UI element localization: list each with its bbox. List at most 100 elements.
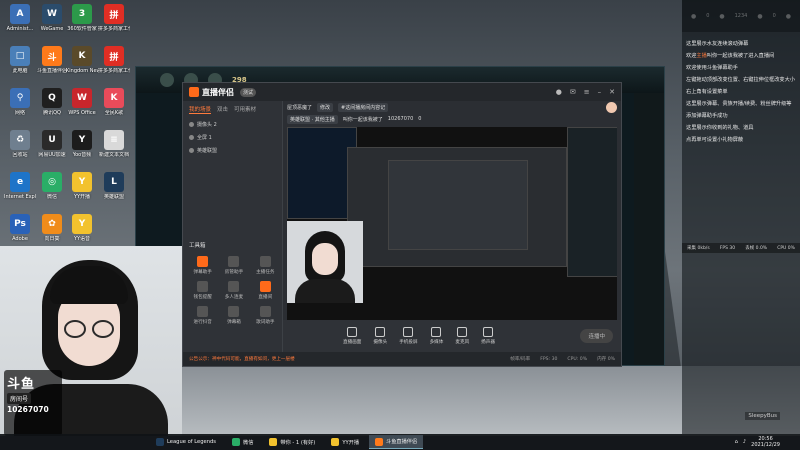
avatar-icon[interactable]: ● <box>556 88 562 96</box>
tool-lyrics[interactable]: 歌词助手 <box>250 306 281 325</box>
scene-item[interactable]: 全屏 1 <box>183 131 282 144</box>
chat-message: 欢迎使用斗鱼弹幕助手 <box>686 64 796 72</box>
chat-message: 这里展示你收到的礼物、道具 <box>686 124 796 132</box>
tool-box[interactable]: 弹幕箱 <box>218 306 249 325</box>
desktop-shortcut[interactable]: □ 此电脑 <box>4 46 36 74</box>
mail-icon[interactable]: ✉ <box>570 88 576 96</box>
taskbar-app[interactable]: YY开播 <box>325 435 365 449</box>
desktop-shortcut[interactable]: 3 360软件管家 <box>66 4 98 32</box>
room-info-row: 屋顶恶魔了 修改 #这间播房间内容记 <box>283 101 621 113</box>
phone-button[interactable]: 手机投屏 <box>399 327 418 345</box>
clock[interactable]: 20:56 2021/12/29 <box>751 436 780 448</box>
shortcut-label: 斗鱼直播伴侣 <box>36 68 67 74</box>
app-icon <box>331 438 340 446</box>
tab-scene-2[interactable]: 双击 <box>217 105 228 114</box>
status-bar: 公告公示：神中代码可能，直播有如问，更上一层楼 帧率/码率 FPS: 30 CP… <box>183 352 621 366</box>
room-notice[interactable]: #这间播房间内容记 <box>338 102 389 112</box>
desktop-shortcut[interactable]: ≡ 新建文本文档 <box>98 130 130 158</box>
tool-share[interactable]: 进行抖音 <box>187 306 218 325</box>
shortcut-label: 微信 <box>46 194 57 200</box>
desktop-shortcut[interactable]: ⚲ 网络 <box>4 88 36 116</box>
desktop-icon-area: AAdminist...WWeGame3360软件管家拼拼多多商家工作台 □此电脑… <box>0 0 130 245</box>
shortcut-label: 英雄联盟 <box>103 194 124 200</box>
speaker-button[interactable]: 扬声器 <box>481 327 495 345</box>
room-id: 10267070 <box>387 116 414 122</box>
taskbar-app[interactable]: League of Legends <box>150 435 222 449</box>
desktop-shortcut[interactable]: e Internet Explorer <box>4 172 36 200</box>
taskbar-app-label: 带你 - 1 (有好) <box>280 439 316 446</box>
start-stream-button[interactable]: 连播中 <box>580 329 613 343</box>
chat-message: 添加弹幕助手成功 <box>686 112 796 120</box>
desktop-shortcut[interactable]: ♻ 回收站 <box>4 130 36 158</box>
taskbar-app-label: 斗鱼直播伴侣 <box>386 439 418 445</box>
companion-window[interactable]: 直播伴侣 测试 ● ✉ ≡ – ✕ 我的场景 双击 可用素材 摄像头 2 全屏 … <box>182 82 622 367</box>
desktop-shortcut[interactable]: ◎ 微信 <box>36 172 68 200</box>
stream-preview[interactable] <box>287 127 617 335</box>
desktop-shortcut[interactable]: Q 腾讯QQ <box>36 88 68 116</box>
network-icon[interactable]: ⌂ <box>735 439 738 445</box>
chat-text: 添加弹幕助手成功 <box>686 113 728 119</box>
app-icon: A <box>10 4 30 24</box>
chat-message: 这里展示水友连续滚动弹幕 <box>686 40 796 48</box>
category-selector[interactable]: 英雄联盟 · 其他主播 <box>287 114 338 124</box>
danmaku-panel[interactable]: 这里展示水友连续滚动弹幕 欢迎主播叫你一起该我被了进入直播间 欢迎使用斗鱼弹幕助手左… <box>682 0 800 434</box>
tool-manager[interactable]: 房管助手 <box>218 256 249 275</box>
minimize-icon[interactable]: – <box>598 88 602 96</box>
app-icon: ⚲ <box>10 88 30 108</box>
toolbox-title: 工具箱 <box>189 243 206 249</box>
taskbar-app[interactable]: 斗鱼直播伴侣 <box>369 435 424 449</box>
scene-item[interactable]: 英雄联盟 <box>183 144 282 157</box>
tool-wallet[interactable]: 钱包提醒 <box>187 281 218 300</box>
desktop-shortcut[interactable]: Y YY开播 <box>66 172 98 200</box>
desktop-shortcut[interactable]: 斗斗鱼直播伴侣 <box>36 46 68 74</box>
chat-icon <box>197 256 209 267</box>
status-item: CPU: 0% <box>567 356 588 362</box>
tab-my-scenes[interactable]: 我的场景 <box>189 105 212 114</box>
chat-message: 左键拖动顶部改变位置、右键拉伸位框改变大小 <box>686 76 796 84</box>
tool-task[interactable]: 主播任务 <box>250 256 281 275</box>
desktop-shortcut[interactable]: Y YY语音 <box>66 214 98 242</box>
avatar[interactable] <box>606 101 617 113</box>
desktop-shortcut[interactable]: K Kingdom New Lands <box>66 46 98 74</box>
league-nav-icon[interactable] <box>160 73 174 87</box>
toolbox-grid: 弹幕助手 房管助手 主播任务钱包提醒 多人连麦 直播间进行抖音 弹幕箱 歌词助手 <box>187 256 281 325</box>
tool-label: 弹幕箱 <box>227 320 241 325</box>
chat-text: 这里展示弹幕、贵族开播/续费、粉丝牌升级等 <box>686 101 792 107</box>
volume-icon[interactable]: ♪ <box>743 439 746 445</box>
camera-button[interactable]: 摄像头 <box>373 327 387 345</box>
shortcut-label: YY开播 <box>73 194 91 200</box>
screen-button[interactable]: 直播画面 <box>343 327 361 345</box>
close-icon[interactable]: ✕ <box>609 88 615 96</box>
eye-icon[interactable] <box>189 122 194 127</box>
preview-nested-window <box>347 147 567 267</box>
tool-chat[interactable]: 弹幕助手 <box>187 256 218 275</box>
desktop-shortcut[interactable]: L 英雄联盟 <box>98 172 130 200</box>
desktop-shortcut[interactable]: Ps Adobe <box>4 214 36 242</box>
chat-message: 点再单可设置小礼物屏蔽 <box>686 136 796 144</box>
tool-mic-group[interactable]: 多人连麦 <box>218 281 249 300</box>
desktop-shortcut[interactable]: ✿ 向日葵 <box>36 214 68 242</box>
companion-sidebar: 我的场景 双击 可用素材 摄像头 2 全屏 1 英雄联盟 工具箱 弹幕助手 房管助… <box>183 101 283 352</box>
media-button[interactable]: 多媒体 <box>430 327 443 345</box>
desktop-shortcut[interactable]: K 全民K歌 <box>98 88 130 116</box>
tool-live-room[interactable]: 直播间 <box>250 281 281 300</box>
mic-button[interactable]: 麦克风 <box>455 327 469 345</box>
eye-icon[interactable] <box>189 135 194 140</box>
desktop-shortcut[interactable]: 拼拼多多商家工作台 <box>98 46 130 74</box>
menu-icon[interactable]: ≡ <box>584 88 590 96</box>
chat-username[interactable]: 主播 <box>696 53 706 59</box>
taskbar-app[interactable]: 微信 <box>226 435 259 449</box>
desktop-shortcut[interactable]: U 网易UU加速 <box>36 130 68 158</box>
eye-icon[interactable] <box>189 148 194 153</box>
desktop-shortcut[interactable]: W WeGame <box>36 4 68 32</box>
desktop-shortcut[interactable]: Y Yoo音频 <box>66 130 98 158</box>
edit-title-button[interactable]: 修改 <box>317 102 334 112</box>
desktop-shortcut[interactable]: W WPS Office <box>66 88 98 116</box>
companion-app-name: 直播伴侣 <box>202 87 234 97</box>
scene-item[interactable]: 摄像头 2 <box>183 118 282 131</box>
taskbar-app[interactable]: 带你 - 1 (有好) <box>263 435 321 449</box>
stat-item: CPU 0% <box>777 245 795 251</box>
desktop-shortcut[interactable]: 拼拼多多商家工作台 <box>98 4 130 32</box>
desktop-shortcut[interactable]: A Administ... <box>4 4 36 32</box>
tab-materials[interactable]: 可用素材 <box>234 105 256 114</box>
